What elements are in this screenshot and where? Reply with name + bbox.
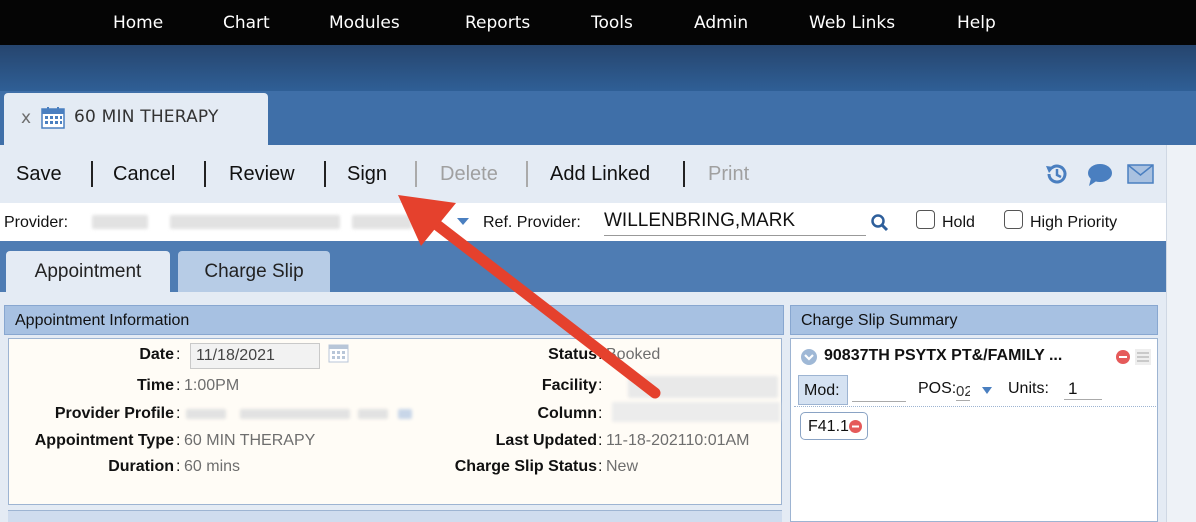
last-updated-separator: : (598, 432, 603, 449)
nav-home[interactable]: Home (113, 13, 163, 33)
right-scroll-gutter (1166, 145, 1196, 522)
time-label: Time (136, 377, 174, 394)
chevron-down-icon[interactable] (456, 216, 470, 226)
column-separator: : (598, 405, 603, 422)
nav-tools[interactable]: Tools (591, 13, 633, 33)
toolbar-separator (526, 161, 528, 187)
status-label: Status (548, 346, 597, 363)
units-label: Units: (1008, 380, 1049, 397)
appointment-type-value: 60 MIN THERAPY (184, 432, 316, 449)
provider-profile-separator: : (176, 405, 181, 422)
cancel-button[interactable]: Cancel (113, 163, 175, 186)
menu-icon[interactable] (1134, 348, 1152, 366)
charge-slip-status-label: Charge Slip Status (454, 458, 597, 475)
ref-provider-label: Ref. Provider: (483, 214, 581, 231)
facility-label: Facility (541, 377, 597, 394)
date-label: Date (139, 346, 174, 363)
action-toolbar: Save Cancel Review Sign Delete Add Linke… (0, 145, 1166, 203)
toolbar-separator (204, 161, 206, 187)
last-updated-value: 11-18-202110:01AM (606, 432, 750, 449)
ref-provider-input[interactable]: WILLENBRING,MARK (604, 208, 866, 236)
toolbar-separator (324, 161, 326, 187)
charge-slip-status-value: New (606, 458, 639, 475)
document-tab[interactable]: x 60 MIN THERAPY (4, 93, 268, 145)
status-value: Booked (606, 346, 661, 363)
status-separator: : (598, 346, 603, 363)
procedure-code: 90837TH PSYTX PT&/FAMILY ... (824, 347, 1063, 364)
appointment-type-label: Appointment Type (34, 432, 174, 449)
provider-profile-value (186, 409, 418, 421)
facility-separator: : (598, 377, 603, 394)
history-icon[interactable] (1043, 160, 1071, 188)
provider-profile-label: Provider Profile (54, 405, 174, 422)
appointment-info-header: Appointment Information (4, 305, 784, 335)
delete-button[interactable]: Delete (440, 163, 498, 186)
pos-label: POS: (918, 380, 957, 397)
duration-value: 60 mins (184, 458, 241, 475)
nav-chart[interactable]: Chart (223, 13, 270, 33)
toolbar-separator (415, 161, 417, 187)
provider-label: Provider: (4, 214, 69, 231)
nav-modules[interactable]: Modules (329, 13, 400, 33)
remove-icon[interactable] (1115, 349, 1131, 365)
provider-select[interactable] (86, 207, 478, 237)
time-value: 1:00PM (184, 377, 240, 394)
high-priority-label: High Priority (1030, 214, 1118, 231)
calendar-picker-icon[interactable] (328, 343, 350, 363)
tab-charge-slip[interactable]: Charge Slip (178, 251, 330, 292)
hold-label: Hold (942, 214, 975, 231)
sign-button[interactable]: Sign (347, 163, 387, 186)
charge-slip-summary-header: Charge Slip Summary (790, 305, 1158, 335)
duration-separator: : (176, 458, 181, 475)
header-band (0, 45, 1196, 91)
nav-web-links[interactable]: Web Links (809, 13, 895, 33)
date-separator: : (176, 346, 181, 363)
units-input[interactable]: 1 (1064, 379, 1102, 400)
save-button[interactable]: Save (16, 163, 62, 186)
time-separator: : (176, 377, 181, 394)
column-value (610, 398, 782, 426)
nav-help[interactable]: Help (957, 13, 996, 33)
chat-bubble-icon[interactable] (1085, 160, 1115, 188)
date-input[interactable]: 11/18/2021 (190, 343, 320, 369)
form-tabs-row (0, 241, 1166, 292)
pos-chevron-down-icon[interactable] (981, 386, 993, 395)
tab-appointment[interactable]: Appointment (6, 251, 170, 292)
panel-bottom-strip (8, 510, 782, 522)
remove-diagnosis-icon[interactable] (848, 419, 863, 434)
document-tab-title: 60 MIN THERAPY (74, 107, 219, 127)
add-linked-button[interactable]: Add Linked (550, 163, 650, 186)
charge-slip-status-separator: : (598, 458, 603, 475)
top-nav: Home Chart Modules Reports Tools Admin W… (0, 0, 1196, 45)
expand-chevron-icon[interactable] (800, 348, 818, 366)
nav-admin[interactable]: Admin (694, 13, 748, 33)
duration-label: Duration (108, 458, 174, 475)
review-button[interactable]: Review (229, 163, 295, 186)
nav-reports[interactable]: Reports (465, 13, 530, 33)
hold-checkbox[interactable] (916, 210, 935, 229)
search-icon[interactable] (870, 213, 890, 233)
high-priority-checkbox[interactable] (1004, 210, 1023, 229)
close-tab-button[interactable]: x (21, 108, 31, 128)
calendar-icon (41, 107, 65, 129)
mod-input[interactable] (852, 378, 906, 402)
pos-select[interactable]: 02 (956, 383, 970, 401)
divider (794, 406, 1156, 407)
mail-icon[interactable] (1126, 160, 1156, 188)
toolbar-separator (91, 161, 93, 187)
column-label: Column (537, 405, 597, 422)
appointment-type-separator: : (176, 432, 181, 449)
diagnosis-code: F41.1 (808, 418, 849, 435)
last-updated-label: Last Updated (495, 432, 597, 449)
toolbar-separator (683, 161, 685, 187)
print-button[interactable]: Print (708, 163, 749, 186)
mod-button[interactable]: Mod: (798, 375, 848, 405)
